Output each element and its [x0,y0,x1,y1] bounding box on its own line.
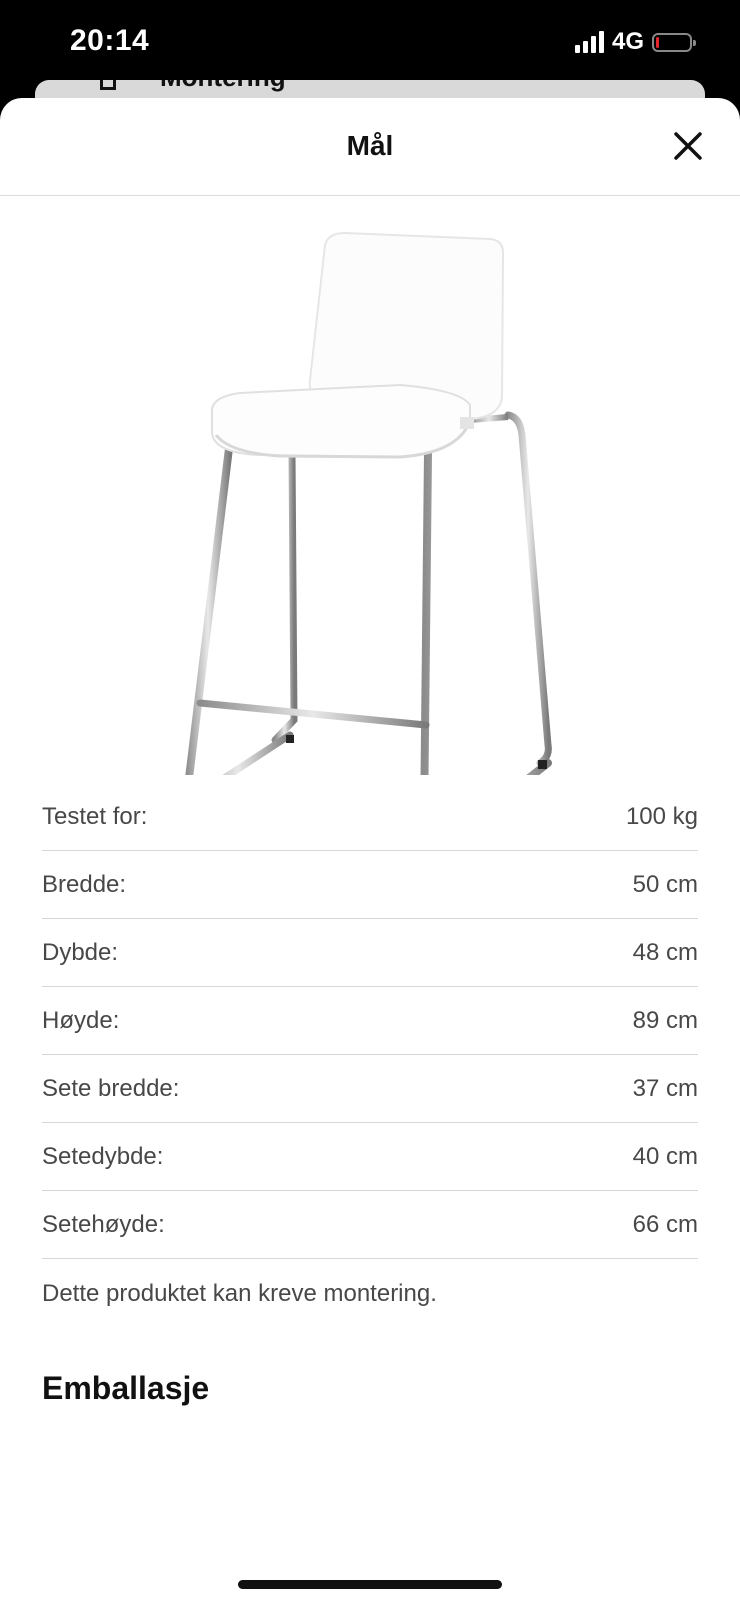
dimension-value: 66 cm [632,1210,698,1238]
dimension-row: Bredde: 50 cm [42,851,698,919]
assembly-icon [100,80,116,90]
dimension-value: 48 cm [632,938,698,966]
dimension-row: Sete bredde: 37 cm [42,1055,698,1123]
dimension-row: Setedybde: 40 cm [42,1123,698,1191]
dimension-label: Bredde: [42,870,127,898]
dimensions-table: Testet for: 100 kg Bredde: 50 cm Dybde: 48 cm… [42,783,698,1259]
status-time: 20:14 [70,24,150,57]
dimension-label: Testet for: [42,802,148,830]
network-type: 4G [611,28,644,55]
status-indicators: 4G [574,28,696,56]
dimension-row: Testet for: 100 kg [42,783,698,851]
dimension-value: 40 cm [632,1142,698,1170]
dimension-label: Setedybde: [42,1142,164,1170]
dimension-row: Dybde: 48 cm [42,919,698,987]
bar-stool-image [185,231,552,775]
dimension-value: 89 cm [632,1006,698,1034]
background-card-label: Montering [160,80,286,93]
dimension-value: 100 kg [625,802,698,830]
dimension-value: 37 cm [632,1074,698,1102]
dimension-label: Sete bredde: [42,1074,180,1102]
dimension-value: 50 cm [632,870,698,898]
dimension-label: Høyde: [42,1006,120,1034]
cellular-signal-icon [574,31,604,53]
battery-icon [652,32,696,52]
dimension-row: Setehøyde: 66 cm [42,1191,698,1259]
assembly-note: Dette produktet kan kreve montering. [42,1280,437,1307]
dimension-row: Høyde: 89 cm [42,987,698,1055]
dimension-label: Setehøyde: [42,1210,165,1238]
packaging-heading[interactable]: Emballasje [42,1370,209,1407]
home-indicator [238,1580,502,1589]
close-icon[interactable] [670,128,706,164]
dimension-label: Dybde: [42,938,119,966]
